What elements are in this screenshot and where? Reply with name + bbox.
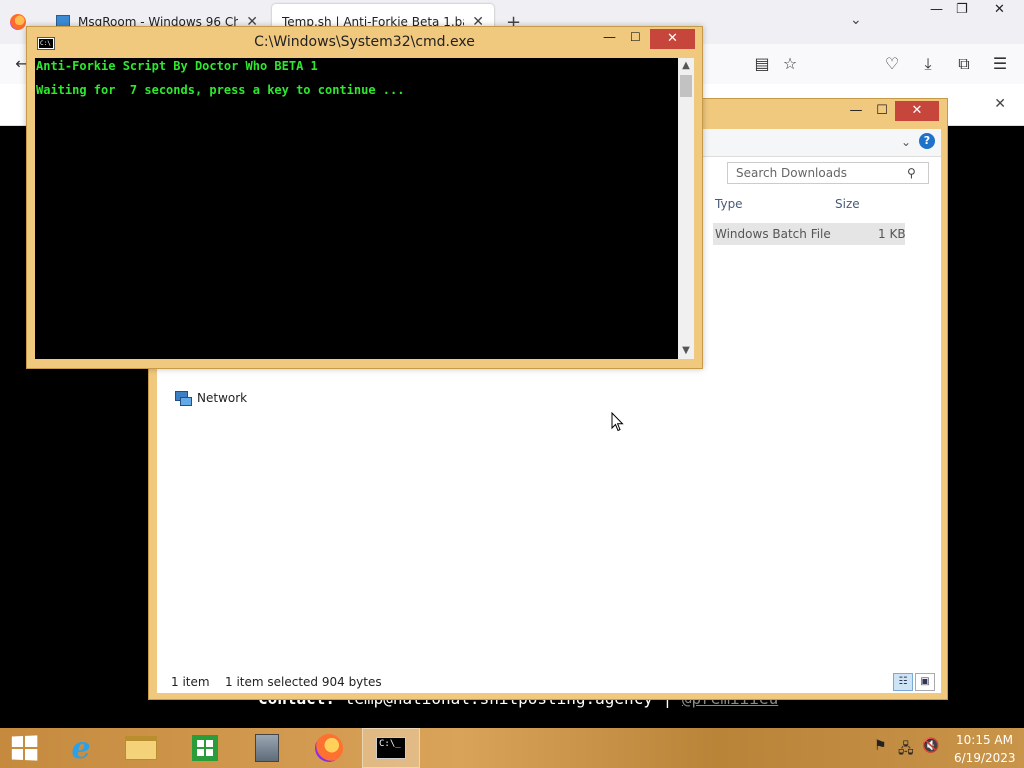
file-type: Windows Batch File bbox=[715, 227, 831, 241]
internet-explorer-icon: e bbox=[71, 730, 91, 766]
bookmark-star-icon[interactable]: ☆ bbox=[780, 54, 800, 74]
browser-close-icon[interactable]: ✕ bbox=[994, 2, 1005, 17]
explorer-maximize-icon[interactable]: ☐ bbox=[869, 101, 895, 121]
ribbon-expand-chevron-icon[interactable]: ⌄ bbox=[901, 135, 911, 149]
clock-time[interactable]: 10:15 AM bbox=[956, 733, 1013, 747]
folder-icon bbox=[125, 736, 157, 760]
scroll-thumb[interactable] bbox=[680, 75, 692, 97]
taskbar-store[interactable] bbox=[176, 728, 234, 768]
network-icon bbox=[175, 391, 192, 406]
reader-view-icon[interactable]: ▤ bbox=[752, 54, 772, 74]
volume-muted-icon[interactable]: 🔇 bbox=[922, 738, 939, 754]
cmd-icon: C:\_ bbox=[376, 737, 406, 759]
taskbar-setup-tool[interactable] bbox=[238, 728, 296, 768]
scroll-down-icon[interactable]: ▼ bbox=[678, 343, 694, 359]
windows-logo-icon bbox=[11, 735, 38, 761]
taskbar-cmd[interactable]: C:\_ bbox=[362, 728, 420, 768]
downloads-icon[interactable]: ⤓ bbox=[918, 54, 938, 74]
network-tray-icon[interactable]: 🖧 bbox=[898, 738, 914, 762]
search-icon[interactable]: ⚲ bbox=[907, 166, 916, 180]
pocket-icon[interactable]: ♡ bbox=[882, 54, 902, 74]
file-size: 1 KB bbox=[878, 227, 906, 241]
setup-tool-icon bbox=[255, 734, 279, 762]
start-button[interactable] bbox=[4, 728, 44, 768]
taskbar: e C:\_ bbox=[0, 728, 1024, 768]
extensions-icon[interactable]: ⧉ bbox=[954, 54, 974, 74]
cmd-console[interactable]: Anti-Forkie Script By Doctor Who BETA 1 … bbox=[35, 58, 678, 359]
cmd-minimize-icon[interactable]: — bbox=[603, 30, 616, 45]
status-item-count: 1 item bbox=[171, 675, 210, 689]
explorer-window-controls: — ☐ ✕ bbox=[843, 101, 939, 121]
cmd-title-bar[interactable]: C:\ C:\Windows\System32\cmd.exe — ☐ ✕ bbox=[27, 27, 702, 57]
nav-item-network[interactable]: Network bbox=[175, 391, 248, 406]
search-input[interactable]: Search Downloads bbox=[727, 162, 929, 184]
status-bar: 1 item 1 item selected 904 bytes ☷ ▣ bbox=[157, 669, 941, 693]
details-view-icon[interactable]: ☷ bbox=[893, 673, 913, 691]
cmd-scrollbar[interactable]: ▲ ▼ bbox=[678, 58, 694, 359]
large-icons-view-icon[interactable]: ▣ bbox=[915, 673, 935, 691]
console-line: Anti-Forkie Script By Doctor Who BETA 1 bbox=[36, 59, 318, 73]
column-header-type[interactable]: Type bbox=[715, 197, 743, 211]
browser-minimize-icon[interactable]: — bbox=[930, 2, 943, 17]
scroll-up-icon[interactable]: ▲ bbox=[678, 58, 694, 74]
status-selection: 1 item selected 904 bytes bbox=[225, 675, 382, 689]
taskbar-internet-explorer[interactable]: e bbox=[52, 728, 110, 768]
console-line: Waiting for 7 seconds, press a key to co… bbox=[36, 83, 405, 97]
clock-date[interactable]: 6/19/2023 bbox=[954, 751, 1016, 765]
cmd-window: C:\ C:\Windows\System32\cmd.exe — ☐ ✕ An… bbox=[26, 26, 703, 369]
nav-item-label: Network bbox=[197, 391, 248, 405]
column-header-size[interactable]: Size bbox=[835, 197, 860, 211]
browser-restore-icon[interactable]: ❐ bbox=[956, 2, 968, 17]
store-icon bbox=[192, 735, 218, 761]
menu-icon[interactable]: ☰ bbox=[990, 54, 1010, 74]
action-center-flag-icon[interactable]: ⚑ bbox=[874, 738, 887, 754]
notification-close-icon[interactable]: ✕ bbox=[994, 96, 1006, 112]
cmd-maximize-icon[interactable]: ☐ bbox=[630, 30, 641, 44]
help-icon[interactable]: ? bbox=[919, 133, 935, 149]
cmd-title: C:\Windows\System32\cmd.exe bbox=[254, 34, 475, 50]
taskbar-firefox[interactable] bbox=[300, 728, 358, 768]
cmd-close-icon[interactable]: ✕ bbox=[650, 29, 695, 49]
firefox-icon bbox=[10, 14, 26, 30]
taskbar-file-explorer[interactable] bbox=[112, 728, 170, 768]
explorer-minimize-icon[interactable]: — bbox=[843, 101, 869, 121]
explorer-close-icon[interactable]: ✕ bbox=[895, 101, 939, 121]
firefox-icon bbox=[315, 734, 343, 762]
list-tabs-chevron-icon[interactable]: ⌄ bbox=[850, 12, 862, 28]
